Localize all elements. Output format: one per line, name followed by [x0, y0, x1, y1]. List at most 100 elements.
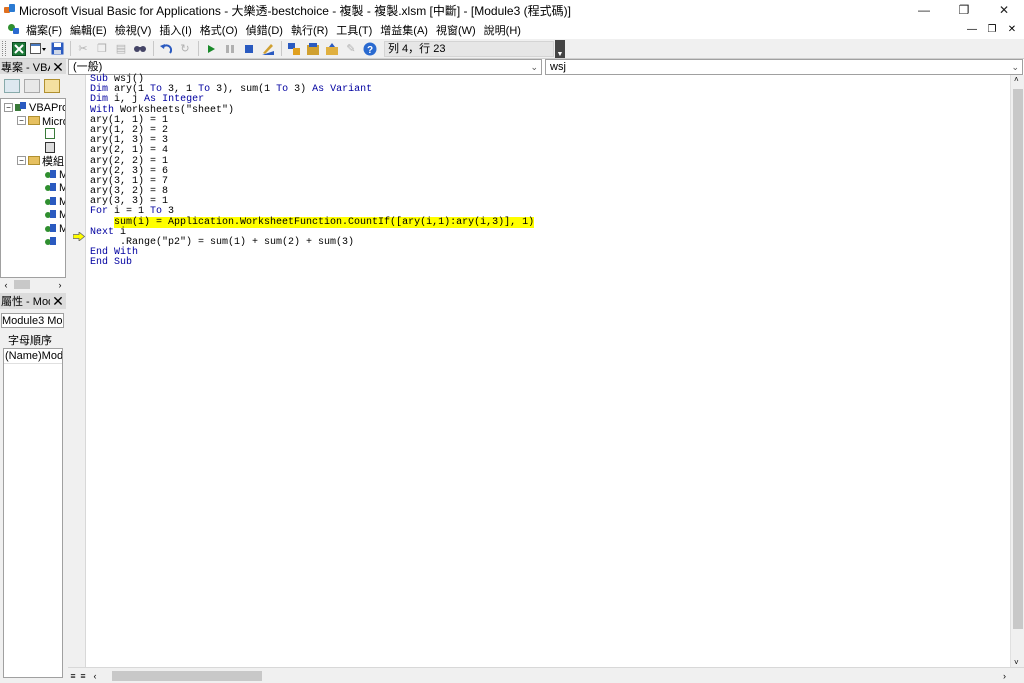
menu-insert[interactable]: 插入(I) — [155, 22, 195, 38]
procedure-view-icon[interactable]: ≡ — [68, 671, 78, 681]
scroll-thumb[interactable] — [112, 671, 262, 681]
chevron-down-icon[interactable]: ⌄ — [530, 60, 538, 74]
mdi-close-button[interactable]: ✕ — [1006, 24, 1018, 35]
properties-object-select[interactable]: Module3 Module — [1, 313, 64, 328]
tree-label: M — [59, 182, 65, 194]
menu-file[interactable]: 檔案(F) — [22, 22, 66, 38]
collapse-icon[interactable]: − — [4, 103, 13, 112]
save-icon[interactable] — [48, 40, 66, 58]
code-margin-indicator-bar[interactable] — [68, 75, 86, 667]
tree-label: 模組 — [42, 155, 64, 168]
code-line[interactable]: ary(2, 3) = 6 — [90, 166, 1005, 177]
reset-icon[interactable] — [240, 40, 258, 58]
tree-node-module[interactable]: M — [45, 181, 65, 194]
property-row-name[interactable]: (Name)Module3 — [4, 349, 62, 364]
scroll-left-icon[interactable]: ‹ — [0, 280, 12, 290]
scroll-up-icon[interactable]: ˄ — [1014, 75, 1019, 84]
toolbar-options-icon[interactable]: ▼ — [555, 39, 565, 58]
code-line[interactable]: .Range("p2") = sum(1) + sum(2) + sum(3) — [90, 237, 1005, 248]
code-hscroll[interactable]: ≡ ≡ ‹ › — [68, 667, 1024, 683]
view-object-icon[interactable] — [24, 79, 40, 93]
code-line[interactable]: With Worksheets("sheet") — [90, 105, 1005, 116]
menu-view[interactable]: 檢視(V) — [111, 22, 156, 38]
tree-node-module[interactable]: M — [45, 222, 65, 235]
code-line[interactable]: ary(3, 1) = 7 — [90, 176, 1005, 187]
design-mode-icon[interactable] — [259, 40, 277, 58]
menu-debug[interactable]: 偵錯(D) — [242, 22, 287, 38]
code-window-system-icon[interactable] — [4, 21, 22, 38]
close-button[interactable]: ✕ — [984, 0, 1024, 20]
run-icon[interactable] — [202, 40, 220, 58]
properties-pane-close-icon[interactable]: ✕ — [50, 294, 66, 308]
break-icon[interactable] — [221, 40, 239, 58]
tree-label: M — [59, 196, 65, 208]
scroll-right-icon[interactable]: › — [1003, 671, 1006, 681]
vba-app-icon[interactable] — [3, 3, 17, 17]
scroll-thumb[interactable] — [14, 280, 30, 289]
scroll-right-icon[interactable]: › — [54, 280, 66, 290]
find-icon[interactable] — [131, 40, 149, 58]
current-statement-arrow-icon — [73, 232, 85, 241]
menu-run[interactable]: 執行(R) — [287, 22, 332, 38]
view-excel-icon[interactable] — [10, 40, 28, 58]
menu-addins[interactable]: 增益集(A) — [376, 22, 432, 38]
project-tree-hscroll[interactable]: ‹ › — [0, 278, 66, 291]
scroll-left-icon[interactable]: ‹ — [88, 671, 102, 681]
tree-node-modules[interactable]: − 模組 — [17, 154, 64, 168]
tree-node-sheet[interactable] — [45, 127, 57, 140]
insert-module-icon[interactable] — [29, 40, 47, 58]
tree-node-module[interactable]: M — [45, 195, 65, 208]
view-code-icon[interactable] — [4, 79, 20, 93]
minimize-button[interactable]: — — [904, 0, 944, 20]
code-line[interactable]: End With — [90, 248, 1005, 258]
procedure-combo[interactable]: wsj ⌄ — [545, 59, 1023, 75]
properties-icon[interactable] — [304, 40, 322, 58]
code-line[interactable]: ary(2, 2) = 1 — [90, 156, 1005, 167]
undo-icon[interactable] — [157, 40, 175, 58]
menu-help[interactable]: 說明(H) — [480, 22, 525, 38]
cut-icon[interactable]: ✂ — [74, 40, 92, 58]
object-combo[interactable]: (一般) ⌄ — [68, 59, 542, 75]
tree-node-module[interactable]: M — [45, 168, 65, 181]
mdi-minimize-button[interactable]: — — [966, 24, 978, 35]
collapse-icon[interactable]: − — [17, 116, 26, 125]
tree-node-excel-objects[interactable]: − Microsoft Excel 物件 — [17, 114, 65, 128]
scroll-down-icon[interactable]: ˅ — [1014, 658, 1019, 667]
code-line[interactable]: ary(1, 2) = 2 — [90, 125, 1005, 136]
mdi-restore-button[interactable]: ❐ — [986, 24, 998, 35]
redo-icon[interactable]: ↻ — [176, 40, 194, 58]
code-line[interactable]: ary(1, 3) = 3 — [90, 135, 1005, 146]
copy-icon[interactable]: ❐ — [93, 40, 111, 58]
toolbox-icon[interactable]: ✎ — [342, 40, 360, 58]
object-browser-icon[interactable] — [323, 40, 341, 58]
menu-tools[interactable]: 工具(T) — [332, 22, 376, 38]
properties-tab-alphabetic[interactable]: 字母順序 — [8, 332, 52, 348]
code-line[interactable]: ary(3, 3) = 1 — [90, 197, 1005, 207]
project-pane-close-icon[interactable]: ✕ — [50, 60, 66, 74]
collapse-icon[interactable]: − — [17, 156, 26, 165]
code-editor[interactable]: Sub wsj() Dim ary(1 To 3, 1 To 3), sum(1 … — [90, 74, 1005, 667]
project-explorer-icon[interactable] — [285, 40, 303, 58]
toolbar-grip[interactable] — [2, 41, 6, 56]
paste-icon[interactable]: ▤ — [112, 40, 130, 58]
restore-button[interactable]: ❐ — [944, 0, 984, 20]
code-line[interactable]: ary(1, 1) = 1 — [90, 115, 1005, 126]
help-icon[interactable]: ? — [361, 40, 379, 58]
property-value[interactable]: Module3 — [42, 350, 62, 362]
project-pane-toolbar — [0, 74, 66, 98]
menu-window[interactable]: 視窗(W) — [432, 22, 480, 38]
tree-node-module-partial[interactable] — [45, 235, 59, 248]
chevron-down-icon[interactable]: ⌄ — [1011, 60, 1019, 74]
menu-format[interactable]: 格式(O) — [196, 22, 242, 38]
scroll-thumb[interactable] — [1013, 89, 1023, 629]
menu-edit[interactable]: 編輯(E) — [66, 22, 111, 38]
code-line-current[interactable]: sum(i) = Application.WorksheetFunction.C… — [90, 216, 1005, 228]
code-vscroll[interactable]: ˄ ˅ — [1010, 75, 1024, 667]
code-line[interactable]: ary(2, 1) = 4 — [90, 146, 1005, 156]
full-module-view-icon[interactable]: ≡ — [78, 671, 88, 681]
code-line[interactable]: Dim ary(1 To 3, 1 To 3), sum(1 To 3) As … — [90, 84, 1005, 95]
code-line[interactable]: ary(3, 2) = 8 — [90, 186, 1005, 197]
tree-node-module[interactable]: M — [45, 208, 65, 221]
toggle-folders-icon[interactable] — [44, 79, 60, 93]
code-line[interactable]: End Sub — [90, 258, 1005, 268]
